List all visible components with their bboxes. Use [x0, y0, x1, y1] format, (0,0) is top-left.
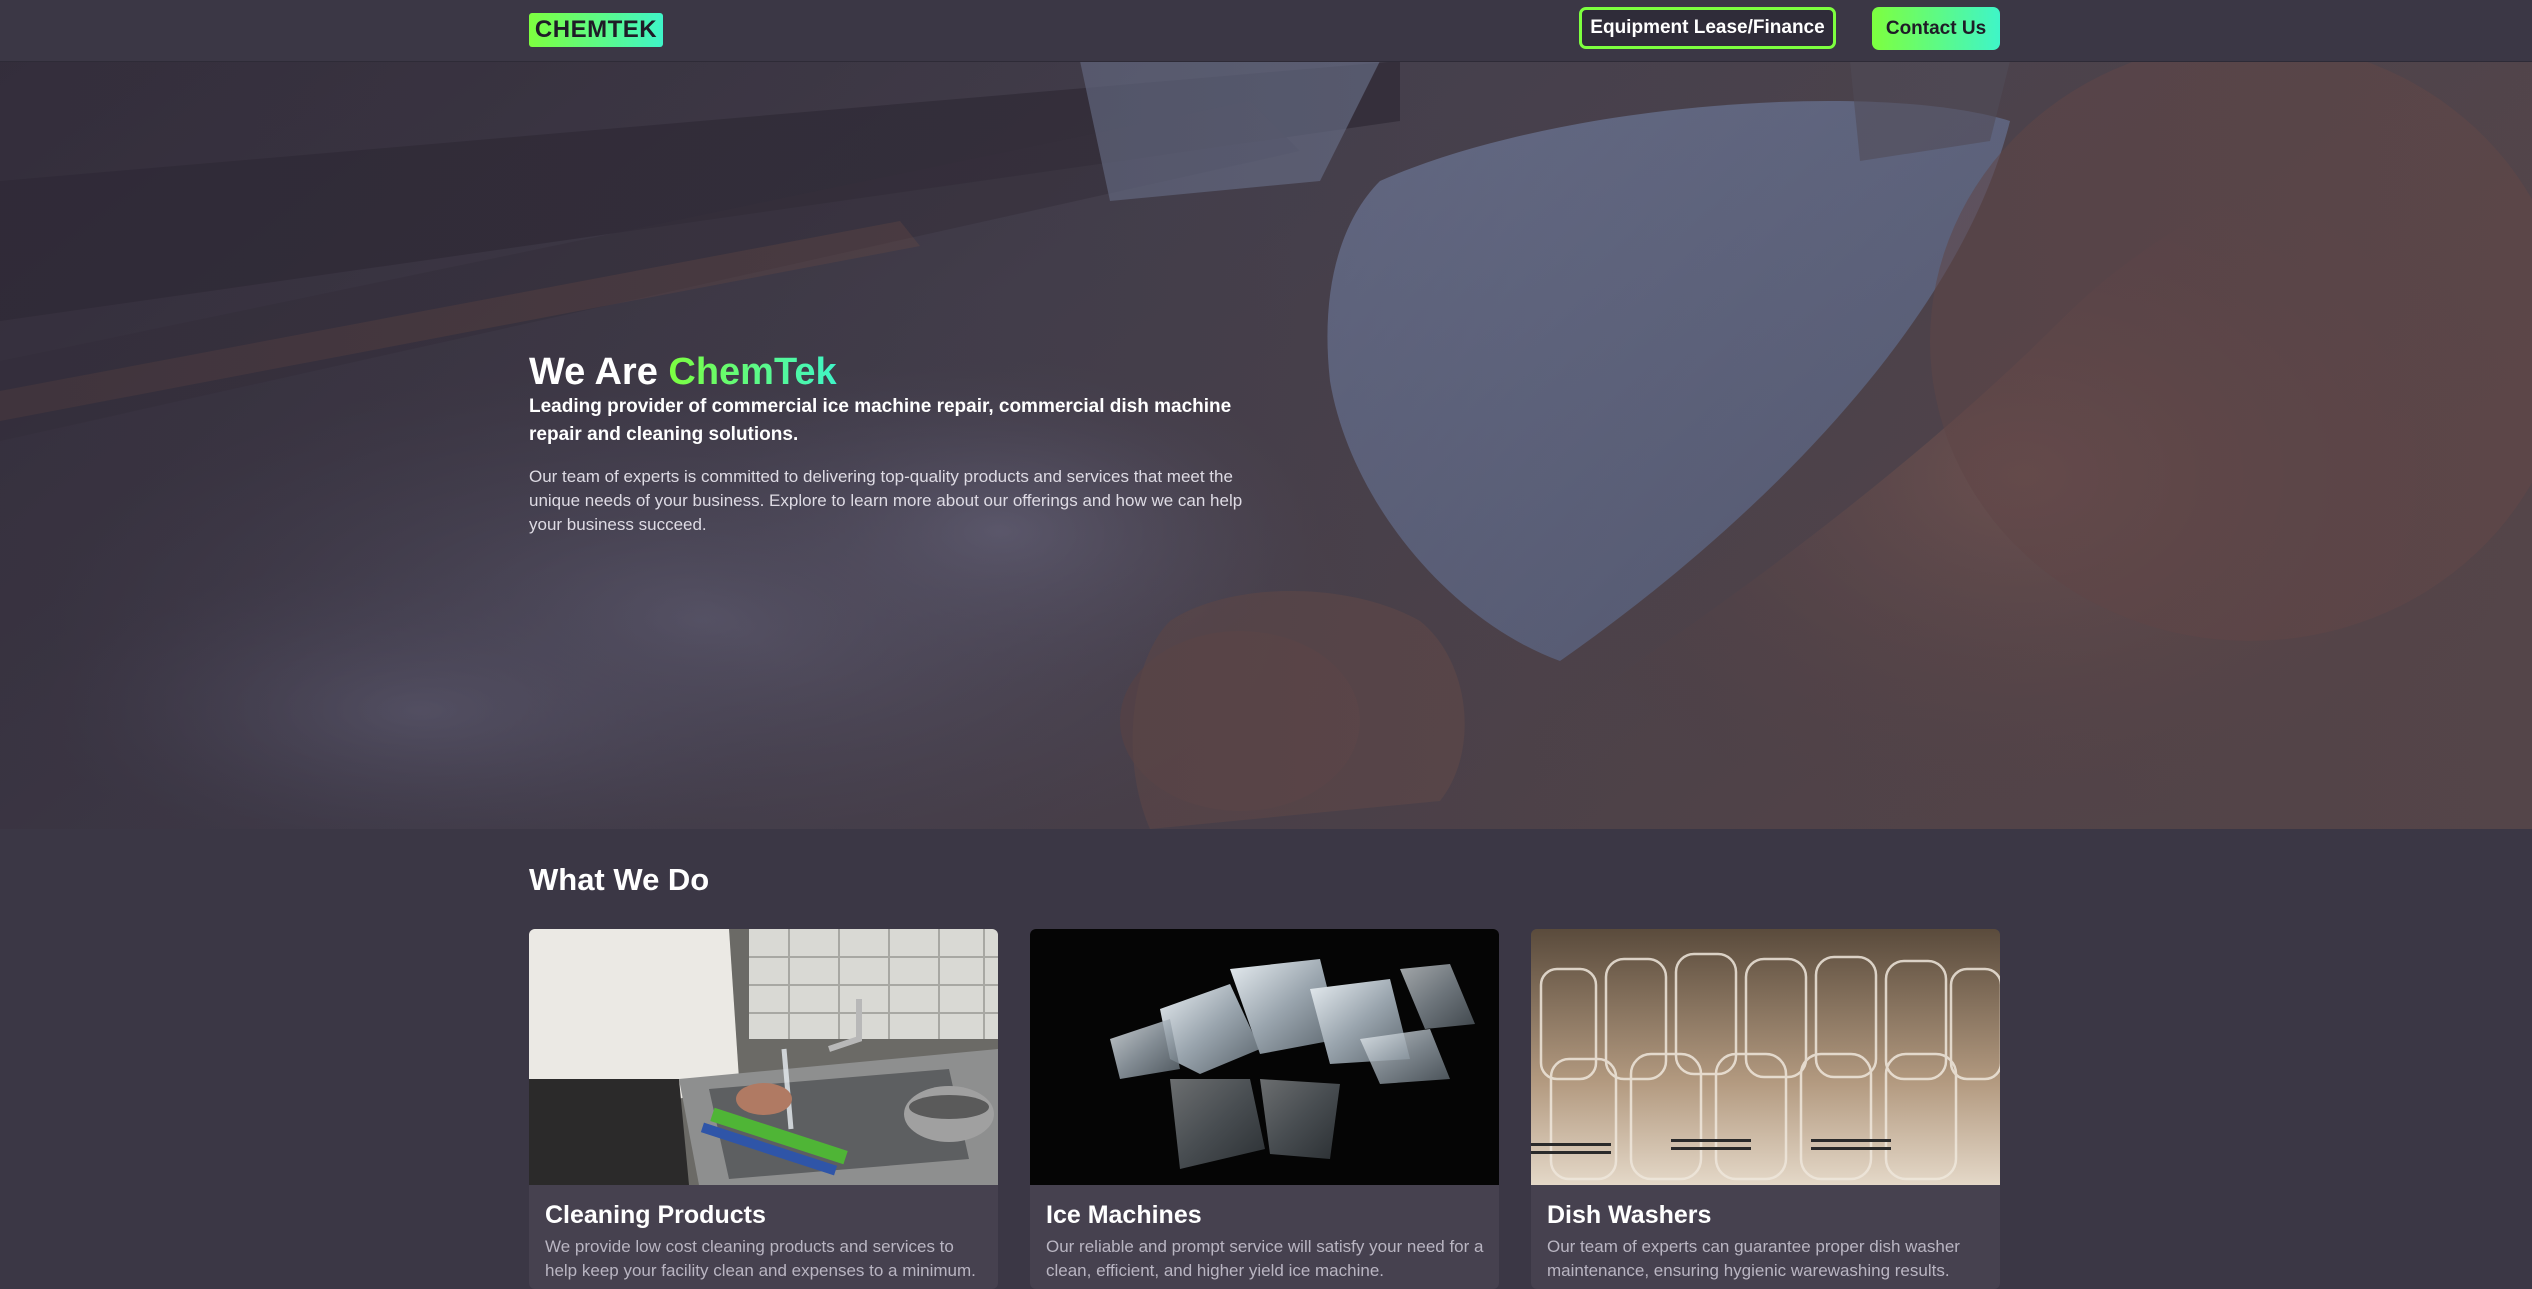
cleaning-products-image: [529, 929, 998, 1185]
card-description: Our reliable and prompt service will sat…: [1046, 1237, 1484, 1280]
top-nav: CHEMTEK Equipment Lease/Finance Contact …: [0, 0, 2532, 62]
hero-title-brand: ChemTek: [668, 351, 837, 393]
logo[interactable]: CHEMTEK: [529, 13, 663, 47]
equipment-lease-button[interactable]: Equipment Lease/Finance: [1579, 7, 1836, 49]
card-description: Our team of experts can guarantee proper…: [1547, 1237, 1960, 1280]
dish-washers-image: [1531, 929, 2000, 1185]
service-card-cleaning[interactable]: Cleaning Products We provide low cost cl…: [529, 929, 998, 1289]
service-card-ice-machines[interactable]: Ice Machines Our reliable and prompt ser…: [1030, 929, 1499, 1289]
hero-body-text: Our team of experts is committed to deli…: [529, 467, 1243, 534]
contact-us-button[interactable]: Contact Us: [1872, 7, 2000, 50]
what-we-do-heading: What We Do: [529, 862, 710, 897]
hero-overlay: [0, 61, 2532, 829]
ice-machines-image: [1030, 929, 1499, 1185]
card-title: Cleaning Products: [545, 1201, 766, 1229]
card-description: We provide low cost cleaning products an…: [545, 1237, 976, 1280]
hero-section: We Are ChemTek Leading provider of comme…: [0, 61, 2532, 829]
card-title: Dish Washers: [1547, 1201, 1712, 1229]
hero-title-prefix: We Are: [529, 351, 669, 393]
service-card-dish-washers[interactable]: Dish Washers Our team of experts can gua…: [1531, 929, 2000, 1289]
hero-lead-text: Leading provider of commercial ice machi…: [529, 396, 1232, 445]
card-title: Ice Machines: [1046, 1201, 1202, 1229]
hero-title: We Are ChemTek: [529, 351, 837, 394]
